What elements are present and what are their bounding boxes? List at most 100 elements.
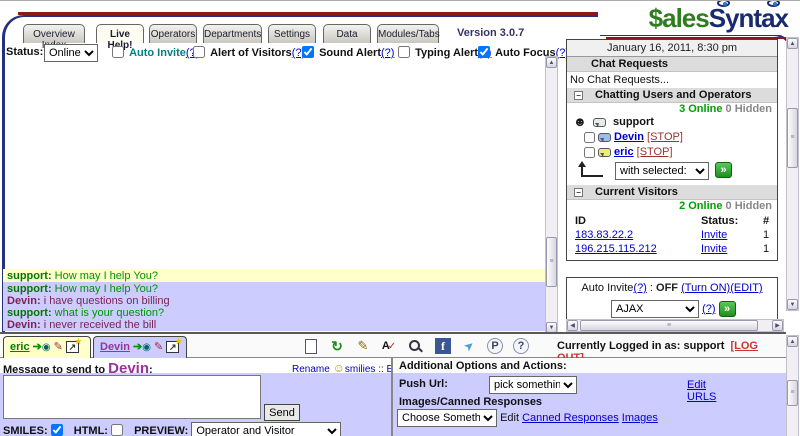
refresh-icon[interactable]: ↻ (328, 337, 346, 355)
scrollbar-thumb[interactable]: ≡ (787, 380, 798, 406)
chat-sender: support: (7, 270, 52, 282)
facebook-icon[interactable]: f (434, 337, 452, 355)
user-devin-link[interactable]: Devin (614, 131, 644, 143)
canned-responses-row: Choose Something Edit Canned Responses I… (397, 409, 658, 427)
auto-invite-panel-help-link[interactable]: (?) (633, 282, 646, 294)
logo-syntax-text: Syntax (709, 1, 789, 33)
scroll-up-icon[interactable]: ▲ (787, 38, 798, 49)
preview-search-icon[interactable] (406, 337, 424, 355)
scroll-up-icon[interactable]: ▲ (546, 57, 557, 68)
chat-tab-devin-label[interactable]: Devin (100, 341, 130, 353)
scrollbar-thumb[interactable]: ≡ (580, 320, 758, 331)
tab-data[interactable]: Data (323, 24, 371, 43)
salessyntax-app: $alesSyntax Overview Index Live Help! Op… (0, 0, 800, 436)
current-visitors-header[interactable]: − Current Visitors (567, 185, 777, 200)
auto-invite-method-row: AJAX (?) » (611, 300, 777, 318)
message-input[interactable] (3, 375, 261, 419)
collapse-icon[interactable]: − (574, 188, 583, 197)
chatting-users-header[interactable]: − Chatting Users and Operators (567, 88, 777, 103)
push-page-icon[interactable]: ➔ (33, 341, 42, 353)
style-brush-icon[interactable]: ✎ (154, 341, 163, 353)
scroll-down-icon[interactable]: ▼ (787, 299, 798, 310)
chat-tab-eric-label[interactable]: eric (10, 341, 30, 353)
apply-selected-button[interactable]: » (715, 162, 732, 178)
auto-invite-go-button[interactable]: » (718, 301, 736, 317)
popout-window-icon[interactable]: ↗ ★ (166, 337, 182, 353)
bottom-vertical-scrollbar[interactable]: ▲ ≡ (786, 335, 799, 436)
scroll-right-icon[interactable]: ▶ (772, 320, 783, 331)
html-label: HTML: (73, 425, 108, 436)
turn-on-link[interactable]: (Turn ON) (681, 282, 730, 294)
push-url-row: Push Url: pick something: Edit URLS (399, 376, 716, 403)
images-link[interactable]: Images (622, 412, 658, 424)
edit-transcript-icon[interactable]: ✎ (354, 337, 372, 355)
chat-scrollbar[interactable]: ▲ ≡ ▼ (545, 56, 558, 334)
stop-chat-link[interactable]: [STOP] (637, 146, 673, 158)
chat-bubble-icon (598, 133, 611, 142)
push-page-icon[interactable]: ➔ (133, 341, 142, 353)
scroll-left-icon[interactable]: ◀ (567, 320, 578, 331)
canned-response-select[interactable]: Choose Something (397, 409, 497, 427)
visitors-table: ID Status: # 183.83.22.2 Invite 1 196.21… (567, 213, 777, 257)
auto-invite-checkbox[interactable] (112, 46, 124, 58)
edit-label: Edit (500, 411, 520, 424)
auto-invite-toggle: Auto Invite(?) (112, 46, 199, 59)
tab-settings[interactable]: Settings (268, 24, 316, 43)
user-select-checkbox[interactable] (584, 132, 595, 143)
edit-urls-link[interactable]: Edit URLS (687, 379, 716, 403)
with-selected-select[interactable]: with selected: (615, 162, 709, 180)
tab-departments[interactable]: Departments (203, 24, 262, 43)
visitor-ip-link[interactable]: 183.83.22.2 (575, 229, 633, 241)
compose-header: Message to send to Devin: Rename ☺smilie… (0, 358, 404, 377)
typing-alert-checkbox[interactable] (398, 46, 410, 58)
preview-select[interactable]: Operator and Visitor (191, 422, 342, 436)
edit-auto-invite-link[interactable]: (EDIT) (730, 282, 762, 294)
tab-operators[interactable]: Operators (149, 24, 197, 43)
method-help-link[interactable]: (?) (702, 303, 715, 315)
p-badge-icon[interactable]: P (486, 337, 504, 355)
visitor-row: 183.83.22.2 Invite 1 (567, 229, 777, 243)
watch-icon[interactable]: ◉ (142, 342, 151, 353)
auto-invite-state: OFF (656, 282, 679, 294)
scrollbar-thumb[interactable]: ≡ (787, 108, 798, 168)
tab-overview-index[interactable]: Overview Index (23, 24, 85, 51)
panel-horizontal-scrollbar[interactable]: ◀ ≡ ▶ (566, 319, 784, 332)
status-select[interactable]: Online (44, 44, 98, 62)
watch-icon[interactable]: ◉ (42, 342, 51, 353)
options-area: Push Url: pick something: Edit URLS Imag… (393, 373, 786, 436)
invite-link[interactable]: Invite (701, 229, 727, 241)
tab-live-help[interactable]: Live Help! (96, 24, 144, 51)
sound-alert-help-link[interactable]: (?) (381, 47, 394, 59)
invite-link[interactable]: Invite (701, 243, 727, 255)
chat-tab-devin[interactable]: Devin ➔◉ ✎ ↗ ★ (93, 336, 187, 360)
send-button[interactable]: Send (264, 404, 300, 421)
auto-invite-method-select[interactable]: AJAX (611, 300, 699, 318)
tab-modules-tabs[interactable]: Modules/Tabs (377, 24, 440, 43)
panel-vertical-scrollbar[interactable]: ▲ ≡ ▼ (786, 37, 799, 311)
chat-bubble-icon (593, 118, 606, 127)
logo-eye-icon (716, 1, 730, 7)
spellcheck-icon[interactable]: A ✓ (380, 337, 398, 355)
smiles-checkbox[interactable] (50, 424, 63, 436)
alert-visitors-checkbox[interactable] (193, 46, 205, 58)
sound-alert-checkbox[interactable] (302, 46, 314, 58)
new-page-icon[interactable] (302, 337, 320, 355)
chat-tab-eric[interactable]: eric ➔◉ ✎ ↗ ★ (3, 336, 91, 360)
style-brush-icon[interactable]: ✎ (54, 341, 63, 353)
collapse-icon[interactable]: − (574, 91, 583, 100)
visitor-ip-link[interactable]: 196.215.115.212 (575, 243, 657, 255)
help-icon[interactable]: ? (512, 337, 530, 355)
canned-responses-link[interactable]: Canned Responses (522, 412, 619, 424)
scroll-up-icon[interactable]: ▲ (787, 336, 798, 347)
twitter-icon[interactable]: ➤ (460, 337, 478, 355)
popout-window-icon[interactable]: ↗ ★ (65, 337, 82, 353)
visitor-count: 1 (763, 243, 770, 255)
html-checkbox[interactable] (111, 424, 124, 436)
auto-focus-checkbox[interactable] (478, 46, 490, 58)
chat-line: Devin: i have questions on billing (7, 295, 170, 307)
scrollbar-thumb[interactable]: ≡ (546, 237, 557, 287)
push-url-select[interactable]: pick something: (489, 376, 577, 394)
user-eric-link[interactable]: eric (614, 146, 634, 158)
stop-chat-link[interactable]: [STOP] (647, 131, 683, 143)
salessyntax-logo: $alesSyntax (598, 1, 789, 35)
